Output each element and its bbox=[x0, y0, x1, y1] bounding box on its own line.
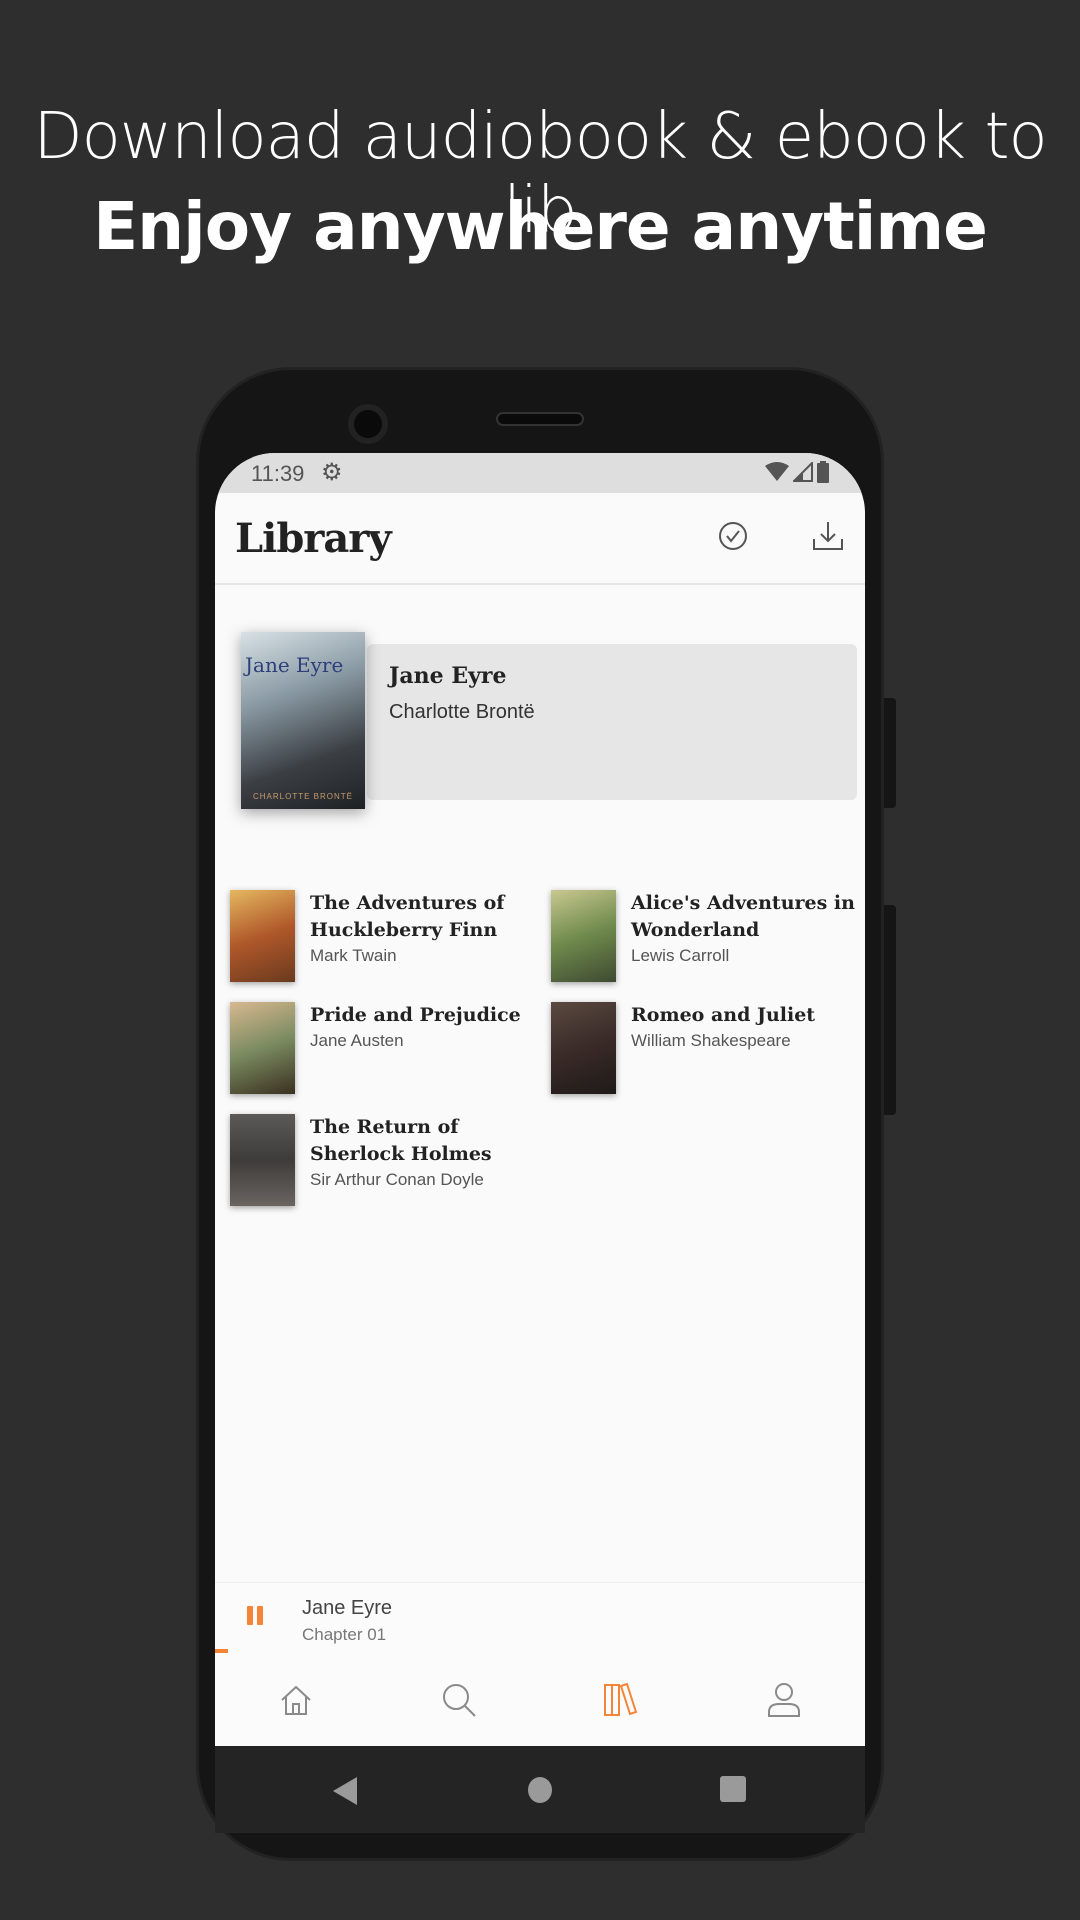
status-time: 11:39 bbox=[251, 461, 305, 486]
player-subtitle: Chapter 01 bbox=[302, 1625, 387, 1644]
book-item[interactable]: Romeo and Juliet William Shakespeare bbox=[551, 1002, 861, 1095]
gear-icon: ⚙ bbox=[321, 459, 343, 486]
app-screen: 11:39 ⚙ Library Jane Eyre CHARLOTTE BRON… bbox=[215, 453, 865, 1746]
wifi-icon bbox=[765, 462, 789, 481]
home-icon bbox=[281, 1685, 311, 1715]
profile-icon bbox=[767, 1682, 800, 1717]
featured-book-author: Charlotte Brontë bbox=[389, 701, 535, 723]
nav-profile[interactable] bbox=[703, 1653, 866, 1746]
back-icon[interactable] bbox=[333, 1777, 357, 1805]
page-title: Library bbox=[235, 515, 392, 562]
book-item[interactable]: The Return of Sherlock Holmes Sir Arthur … bbox=[230, 1114, 540, 1207]
library-icon bbox=[604, 1682, 638, 1716]
featured-book-title: Jane Eyre bbox=[389, 663, 507, 689]
book-cover bbox=[230, 890, 295, 982]
featured-book-cover[interactable]: Jane Eyre CHARLOTTE BRONTË bbox=[241, 632, 365, 809]
promo-subheadline: Enjoy anywhere anytime bbox=[93, 188, 988, 265]
download-icon[interactable] bbox=[811, 519, 845, 553]
book-item[interactable]: Alice's Adventures in Wonderland Lewis Ca… bbox=[551, 890, 861, 983]
pause-icon[interactable] bbox=[247, 1606, 263, 1625]
player-title: Jane Eyre bbox=[302, 1597, 393, 1619]
camera bbox=[348, 404, 388, 444]
nav-search[interactable] bbox=[378, 1653, 541, 1746]
speaker bbox=[496, 412, 584, 426]
book-cover bbox=[551, 1002, 616, 1094]
book-cover bbox=[230, 1002, 295, 1094]
search-icon bbox=[442, 1683, 476, 1717]
nav-library[interactable] bbox=[540, 1653, 703, 1746]
check-circle-icon[interactable] bbox=[716, 519, 750, 553]
book-item[interactable]: Pride and Prejudice Jane Austen bbox=[230, 1002, 540, 1095]
nav-home[interactable] bbox=[215, 1653, 378, 1746]
phone-button bbox=[884, 698, 896, 808]
bottom-nav bbox=[215, 1653, 865, 1746]
book-cover bbox=[551, 890, 616, 982]
home-circle-icon[interactable] bbox=[528, 1777, 552, 1803]
status-bar: 11:39 ⚙ bbox=[215, 453, 865, 493]
app-header: Library bbox=[215, 493, 865, 585]
book-item[interactable]: The Adventures of Huckleberry Finn Mark T… bbox=[230, 890, 540, 983]
phone-button bbox=[884, 905, 896, 1115]
recents-icon[interactable] bbox=[720, 1776, 746, 1802]
battery-icon bbox=[817, 461, 829, 483]
system-nav-bar bbox=[215, 1746, 865, 1833]
mini-player[interactable]: Jane Eyre Chapter 01 bbox=[215, 1582, 865, 1653]
signal-icon bbox=[793, 462, 813, 482]
book-cover bbox=[230, 1114, 295, 1206]
